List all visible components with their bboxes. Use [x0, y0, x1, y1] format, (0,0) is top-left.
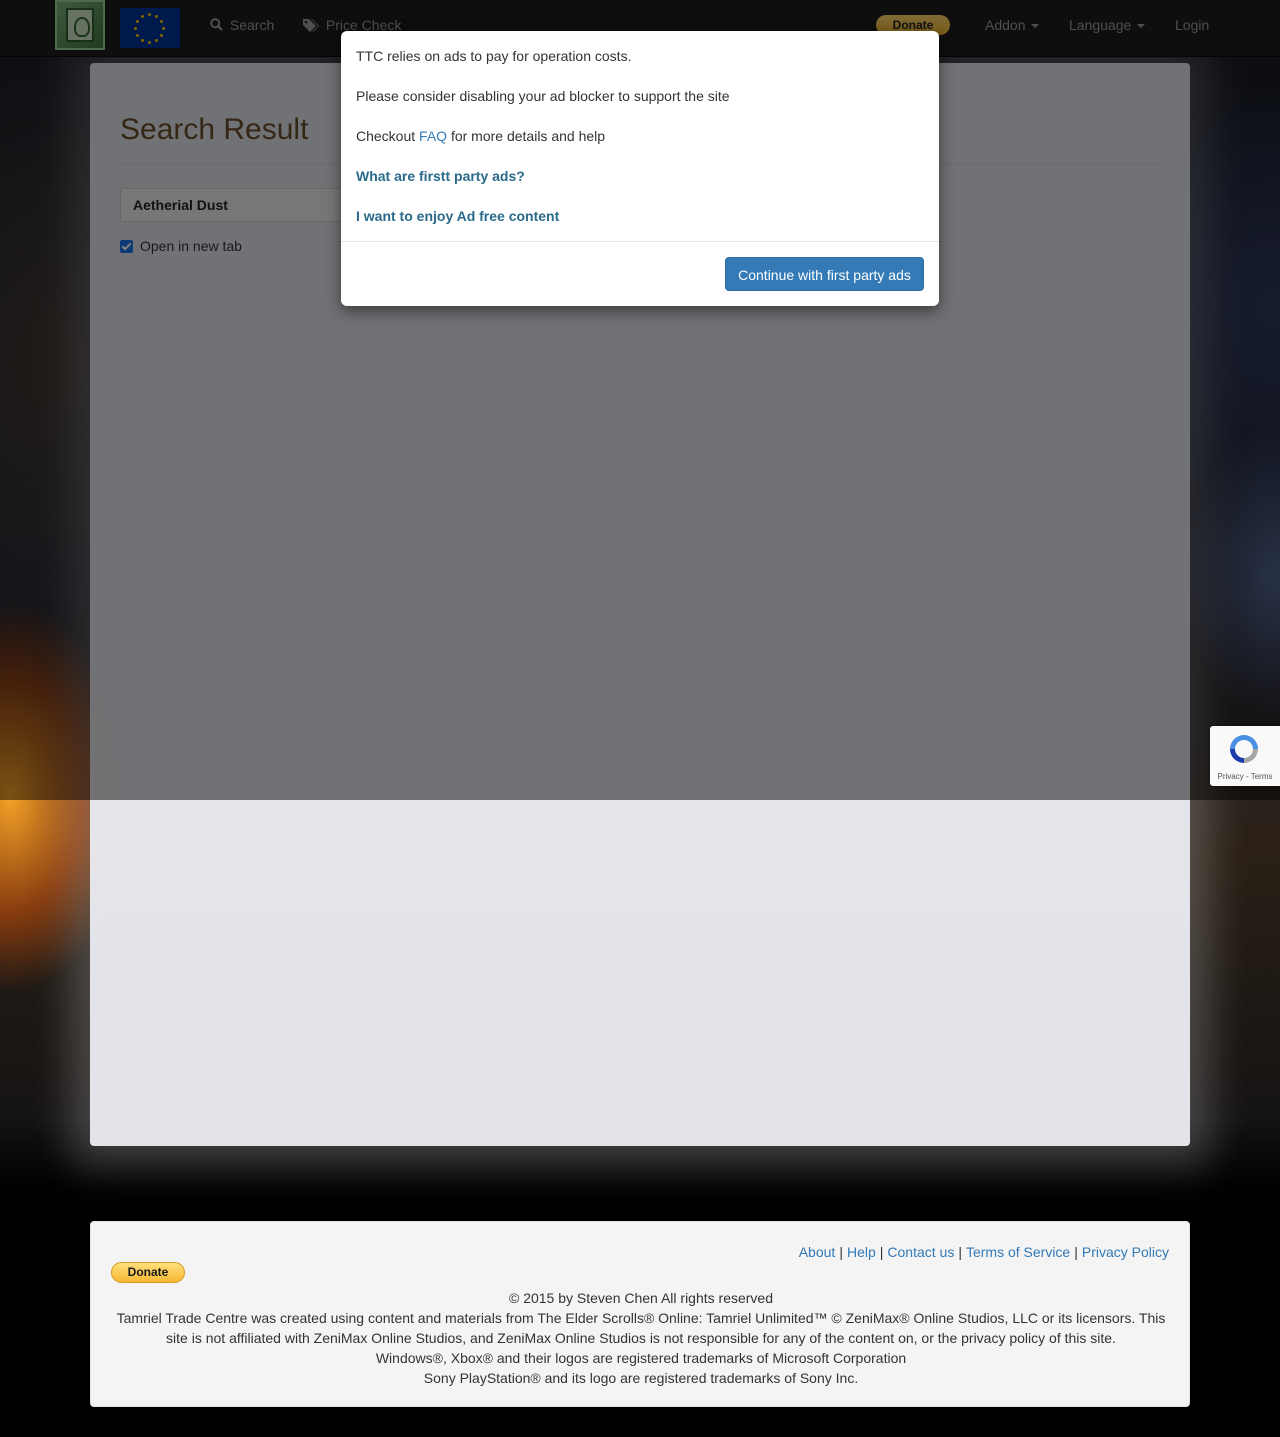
- modal-first-party-row: What are firstt party ads?: [356, 166, 525, 186]
- recaptcha-terms-link[interactable]: Terms: [1251, 772, 1273, 781]
- footer-separator: |: [839, 1244, 843, 1260]
- continue-first-party-ads-button[interactable]: Continue with first party ads: [725, 257, 924, 291]
- modal-faq-prefix: Checkout: [356, 128, 416, 144]
- footer-donate-button[interactable]: Donate: [111, 1262, 185, 1283]
- recaptcha-icon: [1227, 732, 1261, 766]
- first-party-ads-link[interactable]: What are firstt party ads?: [356, 168, 525, 184]
- footer-sony-notice: Sony PlayStation® and its logo are regis…: [423, 1370, 859, 1386]
- footer-separator: |: [879, 1244, 884, 1260]
- recaptcha-badge[interactable]: Privacy - Terms: [1210, 726, 1280, 786]
- footer-microsoft-notice: Windows®, Xbox® and their logos are regi…: [375, 1350, 907, 1366]
- footer-link-terms[interactable]: Terms of Service: [966, 1244, 1070, 1260]
- footer-links: About | Help | Contact us | Terms of Service | P…: [799, 1244, 1169, 1260]
- footer-link-help[interactable]: Help: [847, 1244, 876, 1260]
- modal-text-faq: Checkout FAQ for more details and help: [356, 126, 605, 146]
- footer-link-privacy[interactable]: Privacy Policy: [1082, 1244, 1169, 1260]
- footer-link-about[interactable]: About: [799, 1244, 836, 1260]
- site-footer: About | Help | Contact us | Terms of Service | P…: [90, 1221, 1190, 1407]
- recaptcha-links: Privacy - Terms: [1217, 772, 1273, 781]
- footer-separator: |: [1074, 1244, 1078, 1260]
- footer-copyright: © 2015 by Steven Chen All rights reserve…: [508, 1290, 774, 1306]
- modal-text-adblocker: Please consider disabling your ad blocke…: [356, 88, 730, 104]
- footer-link-contact[interactable]: Contact us: [887, 1244, 954, 1260]
- faq-link[interactable]: FAQ: [419, 128, 447, 144]
- modal-faq-suffix: for more details and help: [450, 128, 606, 144]
- footer-separator: |: [958, 1244, 962, 1260]
- modal-text-costs: TTC relies on ads to pay for operation c…: [356, 48, 632, 64]
- recaptcha-privacy-link[interactable]: Privacy: [1218, 772, 1244, 781]
- footer-legal-text: © 2015 by Steven Chen All rights reserve…: [111, 1288, 1171, 1388]
- adblock-modal: TTC relies on ads to pay for operation c…: [341, 31, 939, 306]
- footer-disclaimer: Tamriel Trade Centre was created using c…: [116, 1310, 1166, 1346]
- ad-free-link[interactable]: I want to enjoy Ad free content: [356, 208, 559, 224]
- modal-footer-divider: [341, 241, 939, 242]
- modal-ad-free-row: I want to enjoy Ad free content: [356, 206, 559, 226]
